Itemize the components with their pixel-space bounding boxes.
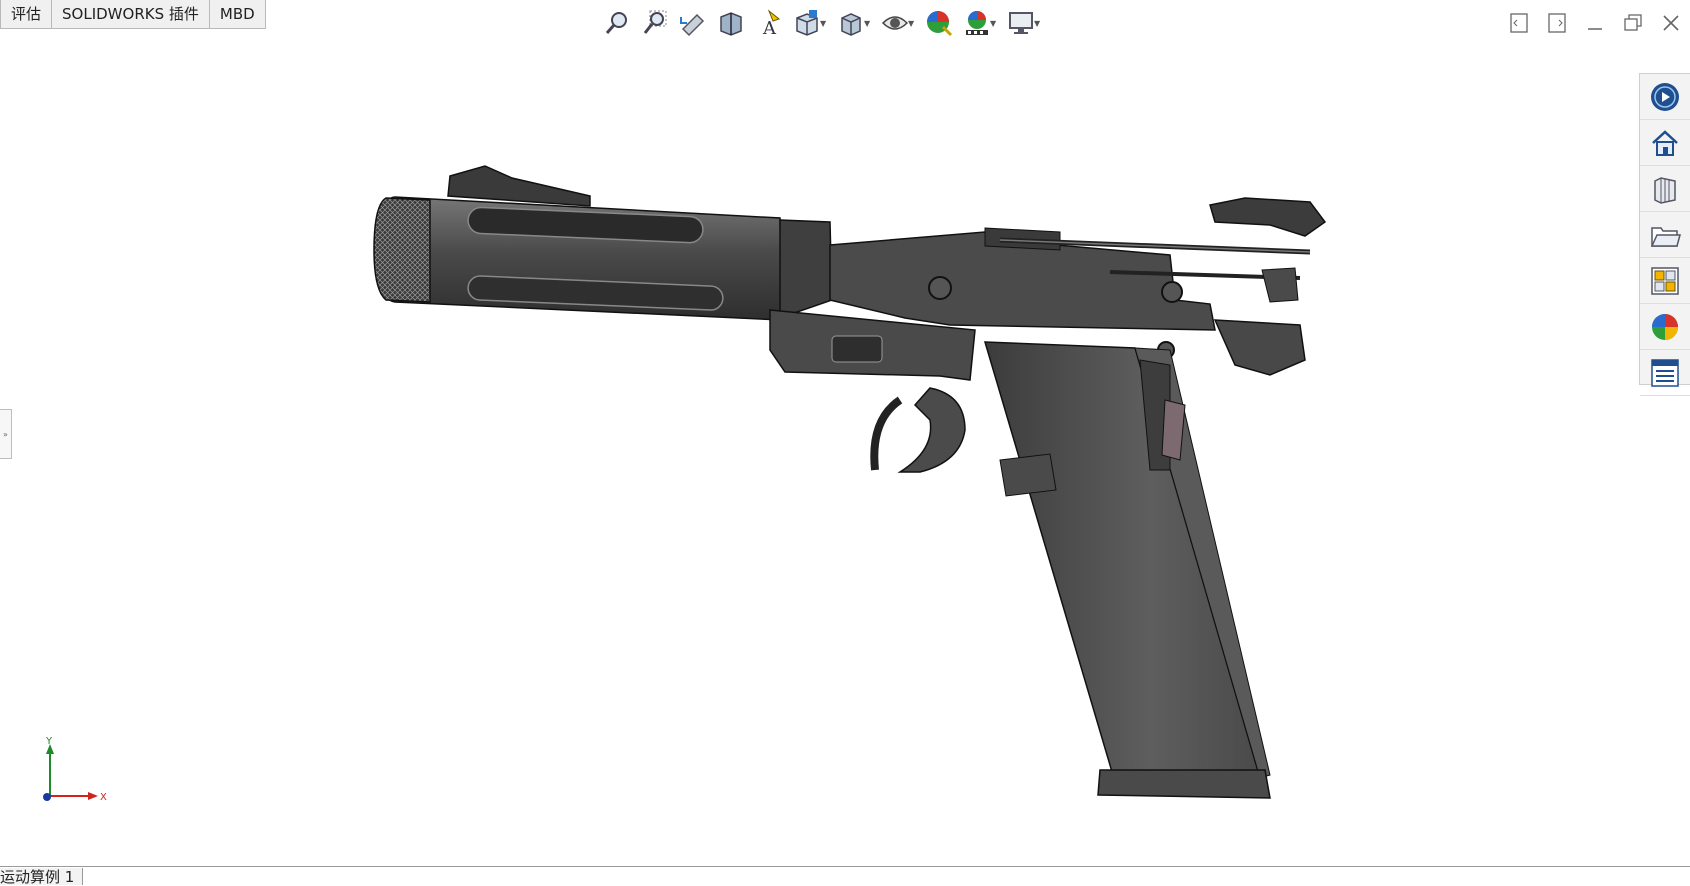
hide-show-items-icon (881, 16, 909, 30)
view-settings-dropdown-icon[interactable]: ▼ (1034, 19, 1044, 28)
task-pane-appearances[interactable] (1640, 304, 1690, 350)
display-style-dropdown-icon[interactable]: ▼ (864, 19, 874, 28)
expand-chevron-icon: » (3, 429, 8, 439)
section-view-button[interactable] (714, 6, 748, 40)
tile-right-icon (1548, 13, 1566, 33)
dynamic-annotation-views-button[interactable]: A (752, 6, 786, 40)
hide-show-items-button[interactable] (878, 6, 912, 40)
minimize-button[interactable] (1576, 8, 1614, 38)
hide-show-items-dropdown-icon[interactable]: ▼ (908, 19, 918, 28)
zoom-to-area-icon (643, 10, 667, 34)
design-library-icon (1654, 176, 1676, 204)
task-pane-design-library[interactable] (1640, 166, 1690, 212)
lower-frame (769, 309, 976, 381)
tab-solidworks-addins[interactable]: SOLIDWORKS 插件 (51, 0, 210, 29)
motion-study-tab[interactable]: 运动算例 1 (0, 868, 84, 886)
view-orientation-dropdown-icon[interactable]: ▼ (820, 19, 830, 28)
magazine (983, 341, 1261, 783)
dynamic-annotation-views-icon: A (762, 9, 781, 37)
trigger (897, 387, 966, 473)
previous-view-icon (680, 13, 705, 37)
task-pane-file-explorer[interactable] (1640, 212, 1690, 258)
close-icon (1663, 15, 1679, 31)
home-icon (1652, 129, 1678, 156)
apply-scene-button[interactable] (960, 6, 994, 40)
view-palette-icon (1651, 266, 1679, 295)
appearances-scenes-icon (1652, 313, 1678, 340)
tab-mbd[interactable]: MBD (208, 0, 266, 29)
tile-left-button[interactable] (1500, 8, 1538, 38)
section-view-icon (720, 12, 742, 36)
window-controls (1500, 8, 1690, 38)
task-pane (1639, 73, 1690, 396)
view-orientation-button[interactable] (790, 6, 824, 40)
solidworks-resources-icon (1651, 82, 1679, 111)
task-pane-home[interactable] (1640, 120, 1690, 166)
file-explorer-icon (1650, 226, 1681, 247)
zoom-to-fit-icon (605, 12, 627, 34)
display-style-icon (841, 13, 861, 36)
suppressor (377, 196, 783, 321)
tile-right-button[interactable] (1538, 8, 1576, 38)
view-orientation-icon (796, 10, 818, 36)
task-pane-custom-properties[interactable] (1640, 350, 1690, 396)
close-button[interactable] (1652, 8, 1690, 38)
command-manager-tabs: 评估 SOLIDWORKS 插件 MBD (0, 0, 266, 30)
edit-appearance-button[interactable] (922, 6, 956, 40)
display-style-button[interactable] (834, 6, 868, 40)
reference-triad: Y X (43, 736, 107, 803)
tab-evaluate[interactable]: 评估 (0, 0, 53, 29)
tile-left-icon (1510, 13, 1528, 33)
knurled-cap (373, 197, 431, 303)
upper-receiver (829, 231, 1216, 331)
view-settings-button[interactable] (1004, 6, 1038, 40)
zoom-to-fit-button[interactable] (600, 6, 634, 40)
apply-scene-icon (966, 11, 988, 35)
task-pane-resources[interactable] (1640, 74, 1690, 120)
feature-manager-expand-handle[interactable]: » (0, 409, 12, 459)
restore-button[interactable] (1614, 8, 1652, 38)
custom-properties-icon (1651, 358, 1679, 387)
previous-view-button[interactable] (676, 6, 710, 40)
heads-up-view-toolbar: A ▼ ▼ ▼ ▼ ▼ (600, 6, 1048, 40)
zoom-to-area-button[interactable] (638, 6, 672, 40)
edit-appearance-icon (927, 11, 953, 37)
task-pane-view-palette[interactable] (1640, 258, 1690, 304)
apply-scene-dropdown-icon[interactable]: ▼ (990, 19, 1000, 28)
view-settings-icon (1009, 12, 1033, 34)
graphics-area-model (373, 165, 1327, 799)
restore-icon (1624, 14, 1642, 31)
triad-y-label: Y (45, 736, 53, 747)
minimize-icon (1588, 28, 1602, 30)
triad-x-label: X (100, 792, 107, 803)
bottom-tab-bar: 运动算例 1 (0, 866, 1690, 886)
